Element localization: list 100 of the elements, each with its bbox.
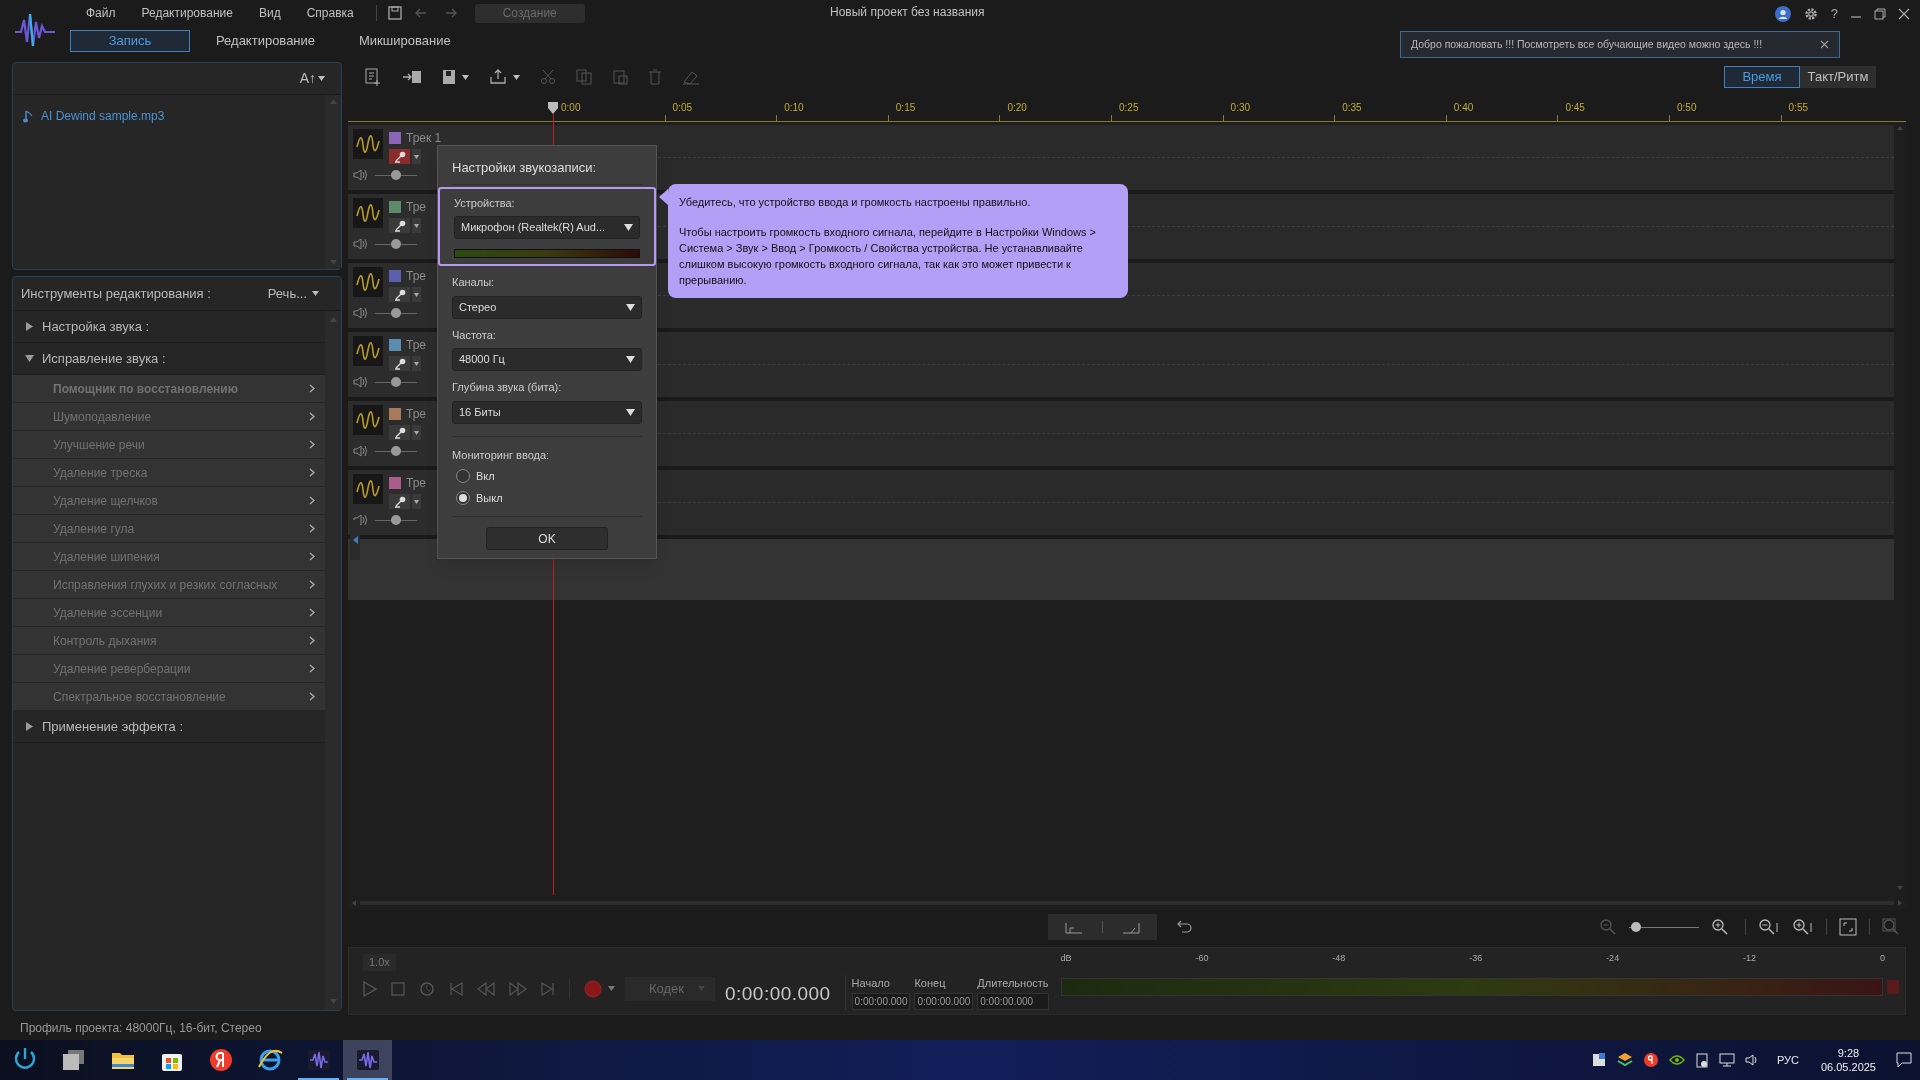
language-indicator[interactable]: РУС [1776, 1051, 1799, 1069]
track-name[interactable]: Тре [406, 336, 426, 354]
add-track-icon[interactable] [364, 68, 382, 86]
view-toggle-tab[interactable]: Такт/Ритм [1800, 66, 1876, 88]
record-arm-button[interactable] [389, 218, 410, 233]
volume-slider[interactable] [375, 377, 417, 387]
speaker-icon[interactable] [353, 375, 369, 389]
network-icon[interactable] [1718, 1052, 1735, 1068]
menu-item[interactable]: Файл [86, 4, 116, 22]
settings-icon[interactable] [1802, 5, 1819, 22]
chevron-right-icon [309, 412, 315, 421]
dropdown[interactable]: Стерео [452, 295, 642, 319]
track-name[interactable]: Трек 1 [406, 129, 442, 147]
collapse-triangle-icon [25, 354, 34, 363]
volume-slider[interactable] [375, 446, 417, 456]
mode-tab[interactable]: Редактирование [198, 30, 334, 52]
menu-item[interactable]: Справка [306, 4, 354, 22]
close-icon[interactable] [1820, 40, 1829, 49]
scrollbar[interactable] [325, 311, 341, 1010]
meter-scale-label: -60 [1195, 952, 1209, 965]
preset-dropdown[interactable]: Речь... [267, 283, 333, 304]
track-name[interactable]: Тре [406, 267, 426, 285]
restore-icon[interactable] [1874, 7, 1886, 20]
welcome-message[interactable]: Добро пожаловать !!! Посмотреть все обучающие видео можно здесь !!! [1411, 36, 1763, 53]
volume-slider[interactable] [375, 515, 417, 525]
scrollbar[interactable] [325, 95, 341, 269]
scroll-up-icon [329, 317, 337, 322]
zoom-slider[interactable] [1629, 921, 1699, 933]
speaker-icon[interactable] [353, 237, 369, 251]
dropdown-button[interactable] [412, 425, 421, 440]
radio-option[interactable]: Выкл [456, 489, 642, 506]
time-field[interactable]: 0:00:00.000 [977, 993, 1049, 1010]
fit-to-window-icon[interactable] [1839, 918, 1857, 936]
flag-icon[interactable] [1590, 1052, 1607, 1068]
speaker-icon[interactable] [353, 513, 369, 527]
section-header[interactable]: Применение эффекта : [13, 711, 325, 743]
speaker-icon[interactable] [353, 168, 369, 182]
track-name[interactable]: Тре [406, 198, 426, 216]
clock-time[interactable]: 9:28 [1837, 1046, 1860, 1060]
record-arm-button[interactable] [389, 356, 410, 371]
media-file[interactable]: AI Dewind sample.mp3 [41, 107, 165, 125]
user-icon[interactable] [1774, 5, 1791, 22]
clip-indicator [1887, 979, 1899, 994]
microphone-icon[interactable] [393, 219, 406, 232]
mode-tab[interactable]: Запись [70, 30, 190, 52]
dropdown[interactable]: 48000 Гц [452, 348, 642, 371]
stack-icon[interactable] [1616, 1052, 1633, 1068]
undo-icon[interactable] [1177, 920, 1193, 934]
scroll-right-icon [1898, 900, 1902, 906]
view-toggle-tab[interactable]: Время [1724, 66, 1800, 88]
time-field[interactable]: 0:00:00.000 [851, 993, 911, 1010]
caret-icon [608, 986, 615, 991]
taskbar-button[interactable] [343, 1040, 392, 1080]
notification-icon[interactable] [1896, 1052, 1912, 1068]
record-arm-button[interactable] [389, 287, 410, 302]
import-icon[interactable] [402, 69, 422, 85]
menu-item[interactable]: Редактирование [141, 4, 233, 22]
time-field[interactable]: 0:00:00.000 [914, 993, 974, 1010]
waveform-icon [353, 405, 383, 435]
record-arm-button[interactable] [389, 494, 410, 509]
ok-button[interactable]: OK [486, 527, 608, 550]
microphone-icon[interactable] [393, 150, 406, 163]
dropdown-button[interactable] [412, 287, 421, 302]
sort-button[interactable]: A↑ [299, 68, 325, 89]
playhead-marker-icon[interactable] [547, 102, 559, 114]
volume-slider[interactable] [375, 170, 417, 180]
speaker-icon[interactable] [353, 306, 369, 320]
dropdown-button[interactable] [412, 149, 421, 164]
menu-item[interactable]: Вид [258, 4, 281, 22]
microphone-icon[interactable] [393, 426, 406, 439]
letter-circle-icon[interactable] [1642, 1052, 1659, 1068]
eye-icon[interactable] [1668, 1054, 1685, 1066]
record-arm-button[interactable] [389, 149, 410, 164]
radio-option[interactable]: Вкл [456, 468, 642, 485]
microphone-icon[interactable] [393, 288, 406, 301]
mode-tab[interactable]: Микширование [341, 30, 469, 52]
dropdown[interactable]: 16 Биты [452, 400, 642, 424]
panel-collapse-handle[interactable] [350, 520, 360, 560]
export-icon[interactable] [489, 69, 507, 85]
dropdown[interactable]: Микрофон (Realtek(R) Aud... [454, 216, 640, 239]
microphone-icon[interactable] [393, 495, 406, 508]
microphone-icon[interactable] [393, 357, 406, 370]
zoom-out-vertical-icon[interactable] [1758, 918, 1780, 936]
speaker-icon[interactable] [353, 444, 369, 458]
track-name[interactable]: Тре [406, 405, 426, 423]
clipboard-icon[interactable] [1694, 1052, 1709, 1068]
save-track-icon[interactable] [442, 69, 456, 85]
help-button[interactable]: ? [1830, 4, 1838, 24]
dropdown-button[interactable] [412, 218, 421, 233]
dropdown-button[interactable] [412, 494, 421, 509]
track-name[interactable]: Тре [406, 474, 426, 492]
dropdown-button[interactable] [412, 356, 421, 371]
volume-slider[interactable] [375, 239, 417, 249]
save-icon[interactable] [386, 5, 403, 21]
close-icon[interactable] [1898, 7, 1910, 20]
zoom-in-vertical-icon[interactable] [1792, 918, 1814, 936]
clock-date[interactable]: 06.05.2025 [1820, 1060, 1876, 1074]
section-header[interactable]: Настройка звука : [13, 311, 325, 343]
record-arm-button[interactable] [389, 425, 410, 440]
volume-slider[interactable] [375, 308, 417, 318]
